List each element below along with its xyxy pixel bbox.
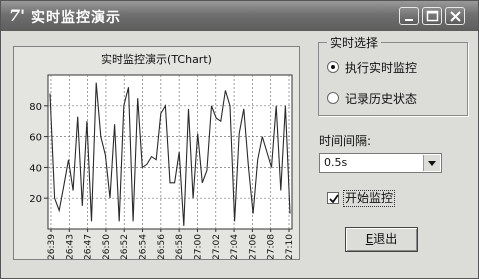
chevron-down-icon [428,161,436,166]
maximize-button[interactable] [422,7,442,25]
x-tick-label: 17:26:50 [102,234,112,259]
radio-dot-icon [331,65,335,69]
checkmark-icon [329,194,339,204]
x-tick-label: 17:26:43 [65,234,75,259]
minimize-button[interactable] [399,7,419,25]
x-tick-label: 17:27:10 [285,234,295,259]
y-tick-label: 60 [29,133,42,144]
exit-button-label: 退出 [373,232,398,246]
radio-label-history: 记录历史状态 [345,92,418,106]
radio-selected-icon[interactable] [327,61,339,73]
app-7-icon: 7' [9,6,26,25]
realtime-selection-group: 实时选择 执行实时监控 记录历史状态 [318,34,468,116]
group-caption: 实时选择 [327,34,382,51]
y-tick-label: 20 [29,194,42,205]
x-tick-label: 17:26:47 [84,234,94,259]
dropdown-button[interactable] [423,155,440,171]
radio-label-realtime: 执行实时监控 [345,61,418,75]
realtime-chart: 实时监控演示(TChart) 20 40 60 80 17:26:39 17:26:43 1… [13,46,300,260]
x-tick-label: 17:26:56 [157,234,167,259]
x-tick-label: 17:26:54 [139,234,149,259]
minimize-icon [405,19,413,21]
main-window: 7' 实时监控演示 实时监控演示(TChart) 20 40 60 80 17:26:3… [0,0,479,279]
x-tick-label: 17:27:06 [248,234,258,259]
interval-select-value: 0.5s [324,156,348,169]
y-tick-label: 80 [29,102,42,113]
interval-select[interactable]: 0.5s [319,153,442,173]
checkbox-label: 开始监控 [343,190,396,207]
exit-button[interactable]: E退出 [345,227,418,252]
window-title: 实时监控演示 [31,10,121,26]
plot-area [47,74,293,230]
close-button[interactable] [445,7,465,25]
close-icon [450,11,461,22]
chart-canvas: 20 40 60 80 17:26:39 17:26:43 17:26:47 17:26:50… [29,74,295,259]
radio-unselected-icon[interactable] [327,92,339,104]
checkbox-box[interactable] [327,192,339,204]
x-tick-label: 17:26:52 [120,234,130,259]
x-tick-label: 17:27:04 [230,234,240,259]
x-tick-label: 17:26:39 [47,234,57,259]
y-tick-label: 40 [29,163,42,174]
interval-label: 时间间隔: [319,134,372,148]
title-bar[interactable]: 7' 实时监控演示 [1,1,478,31]
x-tick-label: 17:27:08 [267,234,277,259]
maximize-icon [426,10,439,22]
x-tick-label: 17:27:02 [212,234,222,259]
x-tick-label: 17:26:58 [175,234,185,259]
x-tick-label: 17:27:00 [193,234,203,259]
